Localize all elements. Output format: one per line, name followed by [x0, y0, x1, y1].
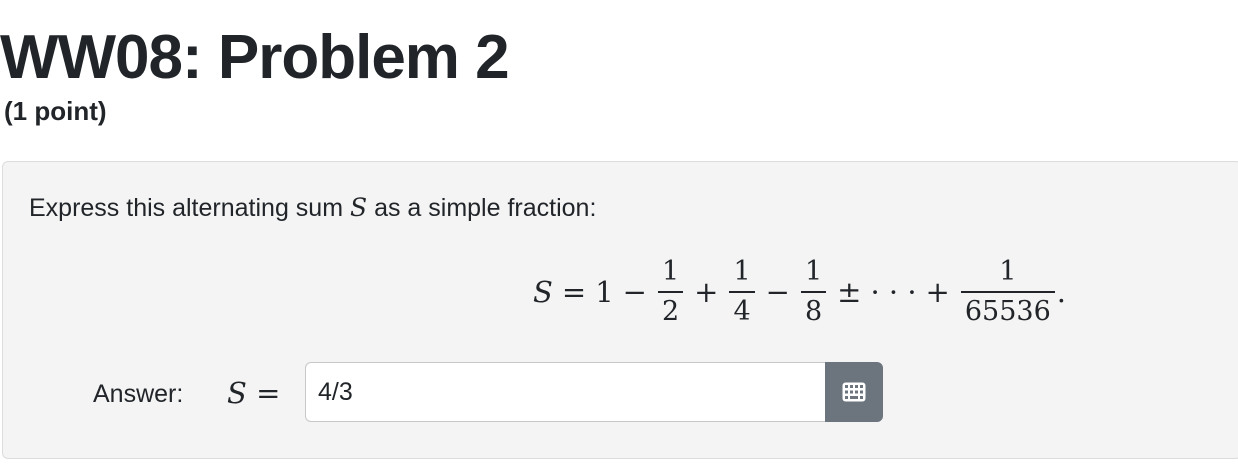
- equation-term: 1: [595, 275, 614, 309]
- sum-equation: S = 1−1 2 +1 4−1 8 ± · · · +1 65536.: [533, 252, 1066, 332]
- fraction-bar: [800, 291, 827, 293]
- equation-editor-button[interactable]: [825, 362, 883, 422]
- fraction-term: 1 65536: [960, 256, 1055, 327]
- fraction-term: 18: [800, 256, 827, 327]
- prompt-text-before: Express this alternating sum: [29, 194, 350, 222]
- fraction-denominator: 8: [804, 295, 823, 327]
- point-value: (1 point): [4, 96, 107, 126]
- equation-operator: +: [694, 275, 719, 309]
- fraction-term: 12: [657, 256, 684, 327]
- calculator-grid-icon: [842, 382, 866, 402]
- fraction-numerator: 1: [804, 256, 823, 288]
- prompt-text-after: as a simple fraction:: [367, 194, 597, 222]
- equation-operator: −: [765, 275, 790, 309]
- answer-variable: S =: [227, 376, 281, 410]
- fraction-denominator: 65536: [964, 295, 1051, 327]
- page-title: WW08: Problem 2: [0, 23, 510, 92]
- equation-term: .: [1056, 275, 1066, 309]
- equation-term: · · ·: [870, 275, 917, 309]
- answer-input[interactable]: [305, 362, 825, 422]
- equation-lhs: S: [533, 275, 553, 309]
- fraction-term: 14: [729, 256, 755, 327]
- fraction-numerator: 1: [661, 256, 680, 288]
- fraction-numerator: 1: [999, 256, 1017, 288]
- fraction-denominator: 4: [733, 295, 751, 327]
- problem-prompt: Express this alternating sum S as a simp…: [29, 192, 596, 224]
- equation-operator: −: [622, 275, 647, 309]
- problem-card: Express this alternating sum S as a simp…: [2, 161, 1238, 459]
- fraction-numerator: 1: [733, 256, 751, 288]
- fraction-bar: [657, 291, 684, 293]
- fraction-bar: [729, 291, 755, 293]
- fraction-bar: [960, 291, 1055, 293]
- equation-operator: +: [925, 275, 950, 309]
- equation-equals: =: [561, 275, 587, 309]
- fraction-denominator: 2: [661, 295, 680, 327]
- answer-label: Answer:: [93, 380, 184, 408]
- prompt-variable: S: [349, 193, 368, 222]
- equation-operator: ±: [837, 275, 862, 309]
